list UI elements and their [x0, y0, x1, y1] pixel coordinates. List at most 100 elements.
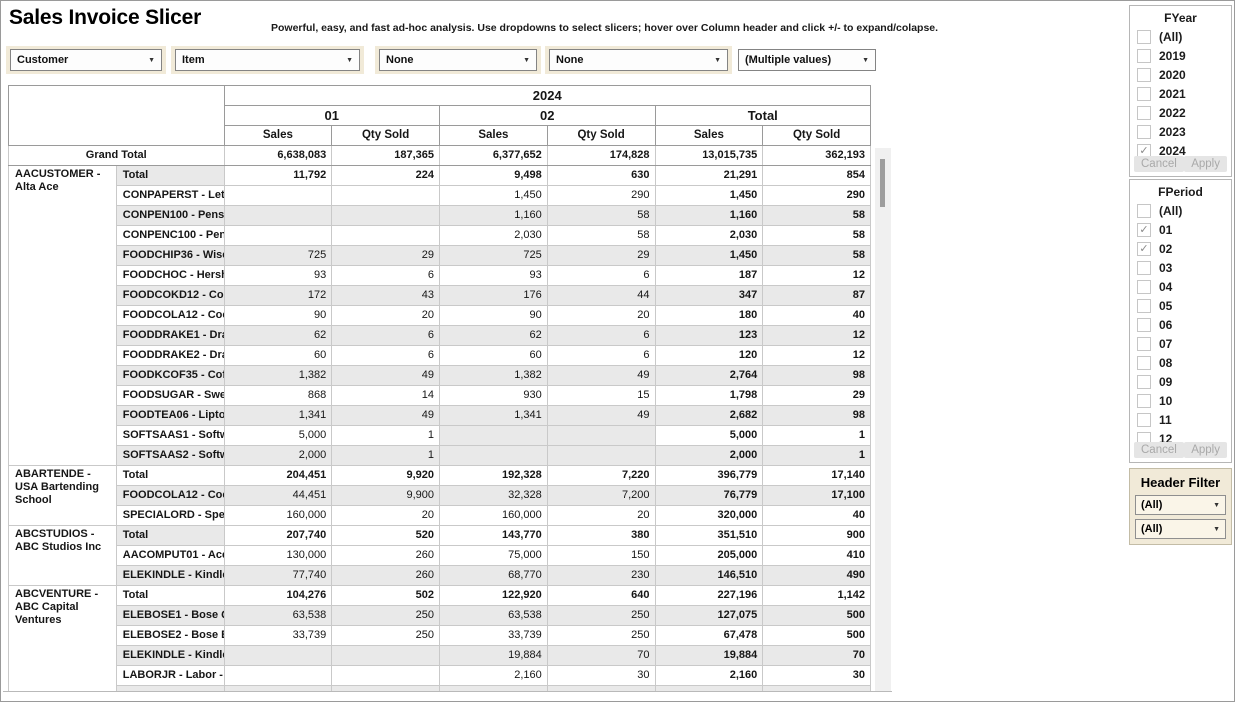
item-label-cell[interactable]: FOODDRAKE1 - Drake’s Devil Dogs ..: [116, 326, 224, 346]
total-value-cell[interactable]: 11,792: [224, 166, 332, 186]
total-label-cell[interactable]: Total: [116, 526, 224, 546]
fyear-option-2019[interactable]: 2019: [1130, 46, 1231, 65]
grand-total-value[interactable]: 187,365: [332, 146, 440, 166]
value-cell[interactable]: 725: [440, 246, 548, 266]
year-header[interactable]: 2024: [224, 86, 871, 106]
value-cell[interactable]: 2,764: [655, 366, 763, 386]
checkbox-unchecked-icon[interactable]: [1137, 337, 1151, 351]
checkbox-unchecked-icon[interactable]: [1137, 125, 1151, 139]
value-cell[interactable]: [440, 426, 548, 446]
value-cell[interactable]: [332, 666, 440, 686]
total-value-cell[interactable]: 122,920: [440, 586, 548, 606]
value-cell[interactable]: 1,382: [224, 366, 332, 386]
item-label-cell[interactable]: FOODCHOC - Hershey Chocolate Kis..: [116, 266, 224, 286]
value-cell[interactable]: 70: [763, 646, 871, 666]
value-cell[interactable]: 230: [547, 566, 655, 586]
grand-total-value[interactable]: 6,377,652: [440, 146, 548, 166]
total-value-cell[interactable]: 9,920: [332, 466, 440, 486]
value-cell[interactable]: 130,000: [224, 546, 332, 566]
value-cell[interactable]: 20: [332, 306, 440, 326]
value-cell[interactable]: 120: [655, 346, 763, 366]
grand-total-value[interactable]: 6,638,083: [224, 146, 332, 166]
fyear-option-all[interactable]: (All): [1130, 27, 1231, 46]
slicer-dropdown-4[interactable]: None▼: [549, 49, 728, 71]
fperiod-cancel-button[interactable]: Cancel: [1134, 442, 1184, 458]
value-cell[interactable]: [332, 186, 440, 206]
item-label-cell[interactable]: FOODDRAKE2 - Drake’s Yodels 10 ct: [116, 346, 224, 366]
total-value-cell[interactable]: 396,779: [655, 466, 763, 486]
fyear-apply-button[interactable]: Apply: [1184, 156, 1227, 172]
vertical-scrollbar[interactable]: [875, 148, 891, 691]
value-cell[interactable]: 180: [655, 306, 763, 326]
value-cell[interactable]: 40: [763, 306, 871, 326]
slicer-dropdown-2[interactable]: Item▼: [175, 49, 360, 71]
fperiod-option-01[interactable]: ✓01: [1130, 220, 1231, 239]
value-cell[interactable]: 29: [763, 386, 871, 406]
value-cell[interactable]: 250: [547, 606, 655, 626]
value-cell[interactable]: 490: [763, 566, 871, 586]
value-cell[interactable]: [440, 446, 548, 466]
value-cell[interactable]: 44,451: [224, 486, 332, 506]
value-cell[interactable]: 2,160: [655, 666, 763, 686]
grand-total-label[interactable]: Grand Total: [9, 146, 225, 166]
header-filter-dropdown-1[interactable]: (All) ▼: [1135, 495, 1226, 515]
total-label-cell[interactable]: Total: [116, 586, 224, 606]
value-cell[interactable]: 93: [224, 266, 332, 286]
value-cell[interactable]: 58: [547, 206, 655, 226]
slicer-dropdown-1[interactable]: Customer▼: [10, 49, 162, 71]
total-value-cell[interactable]: 143,770: [440, 526, 548, 546]
total-value-cell[interactable]: 854: [763, 166, 871, 186]
value-cell[interactable]: 127,075: [655, 606, 763, 626]
value-cell[interactable]: 1: [332, 426, 440, 446]
value-cell[interactable]: 250: [332, 606, 440, 626]
value-cell[interactable]: 93: [440, 266, 548, 286]
fyear-option-2021[interactable]: 2021: [1130, 84, 1231, 103]
checkbox-unchecked-icon[interactable]: [1137, 87, 1151, 101]
value-cell[interactable]: 123: [655, 326, 763, 346]
fyear-option-2022[interactable]: 2022: [1130, 103, 1231, 122]
checkbox-unchecked-icon[interactable]: [1137, 356, 1151, 370]
total-value-cell[interactable]: 21,291: [655, 166, 763, 186]
item-label-cell[interactable]: ELEKINDLE - Kindle Fire 8.9” Tablet ..: [116, 566, 224, 586]
value-cell[interactable]: 6: [332, 326, 440, 346]
measure-header-qty-sold[interactable]: Qty Sold: [763, 126, 871, 146]
value-cell[interactable]: 500: [763, 626, 871, 646]
slicer-dropdown-5[interactable]: (Multiple values)▼: [738, 49, 876, 71]
value-cell[interactable]: 5,000: [655, 426, 763, 446]
fyear-option-2020[interactable]: 2020: [1130, 65, 1231, 84]
checkbox-checked-icon[interactable]: ✓: [1137, 223, 1151, 237]
fyear-option-2023[interactable]: 2023: [1130, 122, 1231, 141]
value-cell[interactable]: 930: [440, 386, 548, 406]
value-cell[interactable]: 58: [547, 226, 655, 246]
item-label-cell[interactable]: FOODCHIP36 - Wise Potato Chips 1..: [116, 246, 224, 266]
value-cell[interactable]: [224, 646, 332, 666]
value-cell[interactable]: [224, 206, 332, 226]
item-label-cell[interactable]: SPECIALORD - Special or custom or..: [116, 506, 224, 526]
total-value-cell[interactable]: 1,142: [763, 586, 871, 606]
value-cell[interactable]: 2,030: [440, 226, 548, 246]
value-cell[interactable]: 1,160: [655, 206, 763, 226]
value-cell[interactable]: [332, 206, 440, 226]
total-value-cell[interactable]: 520: [332, 526, 440, 546]
measure-header-qty-sold[interactable]: Qty Sold: [547, 126, 655, 146]
total-value-cell[interactable]: 640: [547, 586, 655, 606]
value-cell[interactable]: [547, 426, 655, 446]
item-label-cell[interactable]: ELEBOSE2 - Bose Bluetooth Headse..: [116, 626, 224, 646]
value-cell[interactable]: 17,100: [763, 486, 871, 506]
fperiod-option-11[interactable]: 11: [1130, 410, 1231, 429]
value-cell[interactable]: 410: [763, 546, 871, 566]
value-cell[interactable]: 40: [763, 506, 871, 526]
value-cell[interactable]: 1,450: [440, 186, 548, 206]
item-label-cell[interactable]: CONPENC100 - Pencils - Box of 100: [116, 226, 224, 246]
value-cell[interactable]: 19,884: [655, 646, 763, 666]
value-cell[interactable]: 6: [547, 346, 655, 366]
value-cell[interactable]: 160,000: [224, 506, 332, 526]
total-value-cell[interactable]: 351,510: [655, 526, 763, 546]
total-value-cell[interactable]: 104,276: [224, 586, 332, 606]
value-cell[interactable]: 98: [763, 366, 871, 386]
measure-header-sales[interactable]: Sales: [224, 126, 332, 146]
fperiod-option-02[interactable]: ✓02: [1130, 239, 1231, 258]
value-cell[interactable]: 76,779: [655, 486, 763, 506]
item-label-cell[interactable]: ELEKINDLE - Kindle Fire 8.9” Tablet ..: [116, 646, 224, 666]
value-cell[interactable]: 205,000: [655, 546, 763, 566]
